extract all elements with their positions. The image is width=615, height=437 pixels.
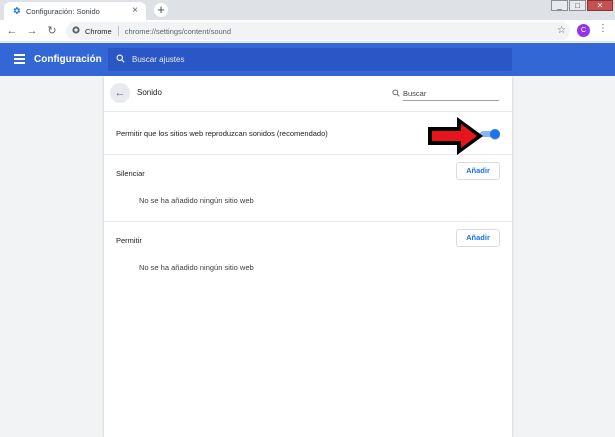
window-close-button[interactable]: ✕ — [587, 0, 613, 11]
subpage-header: ← Sonido — [104, 76, 512, 112]
more-menu-icon[interactable]: ⋮ — [598, 23, 608, 37]
back-arrow-icon[interactable]: ← — [5, 24, 19, 38]
back-button[interactable]: ← — [110, 83, 130, 103]
omnibox-separator — [117, 26, 119, 36]
toggle-knob — [490, 129, 500, 139]
settings-title: Configuración — [34, 54, 102, 65]
subpage-search-input[interactable] — [403, 86, 499, 101]
subpage-search[interactable] — [392, 86, 500, 101]
browser-toolbar: ← → ↻ Chrome chrome://settings/content/s… — [0, 20, 615, 42]
bookmark-star-icon[interactable]: ☆ — [557, 25, 566, 36]
settings-header: Configuración — [0, 43, 615, 76]
subpage-title: Sonido — [137, 88, 162, 97]
omnibox-site-label: Chrome — [85, 26, 112, 36]
chrome-site-icon — [72, 26, 80, 36]
red-arrow-annotation — [428, 117, 483, 155]
reload-icon[interactable]: ↻ — [45, 24, 59, 38]
hamburger-menu-icon[interactable] — [14, 54, 25, 64]
allow-add-button[interactable]: Añadir — [456, 229, 500, 247]
search-icon — [392, 88, 400, 99]
mute-empty-message: No se ha añadido ningún sitio web — [139, 196, 254, 205]
tab-settings-sound[interactable]: Configuración: Sonido × — [4, 2, 146, 20]
allow-sound-label: Permitir que los sitios web reproduzcan … — [116, 129, 328, 138]
omnibox-url[interactable]: chrome://settings/content/sound — [125, 27, 231, 36]
allow-section-title: Permitir — [116, 236, 142, 245]
forward-arrow-icon[interactable]: → — [25, 24, 39, 38]
profile-avatar[interactable]: C — [577, 24, 590, 37]
address-bar[interactable]: Chrome chrome://settings/content/sound ☆ — [66, 22, 570, 40]
gear-icon — [12, 6, 21, 17]
allow-empty-message: No se ha añadido ningún sitio web — [139, 263, 254, 272]
mute-section-title: Silenciar — [116, 169, 145, 178]
close-tab-icon[interactable]: × — [130, 6, 140, 16]
new-tab-button[interactable]: + — [154, 3, 168, 17]
minimize-button[interactable]: _ — [551, 0, 568, 11]
tab-title: Configuración: Sonido — [26, 6, 100, 16]
tab-strip: Configuración: Sonido × + _ □ ✕ — [0, 0, 615, 20]
divider — [104, 221, 512, 222]
maximize-button[interactable]: □ — [569, 0, 586, 11]
mute-add-button[interactable]: Añadir — [456, 162, 500, 180]
settings-search-input[interactable] — [132, 55, 492, 64]
settings-search-bar[interactable] — [108, 48, 512, 71]
search-icon — [116, 54, 125, 65]
